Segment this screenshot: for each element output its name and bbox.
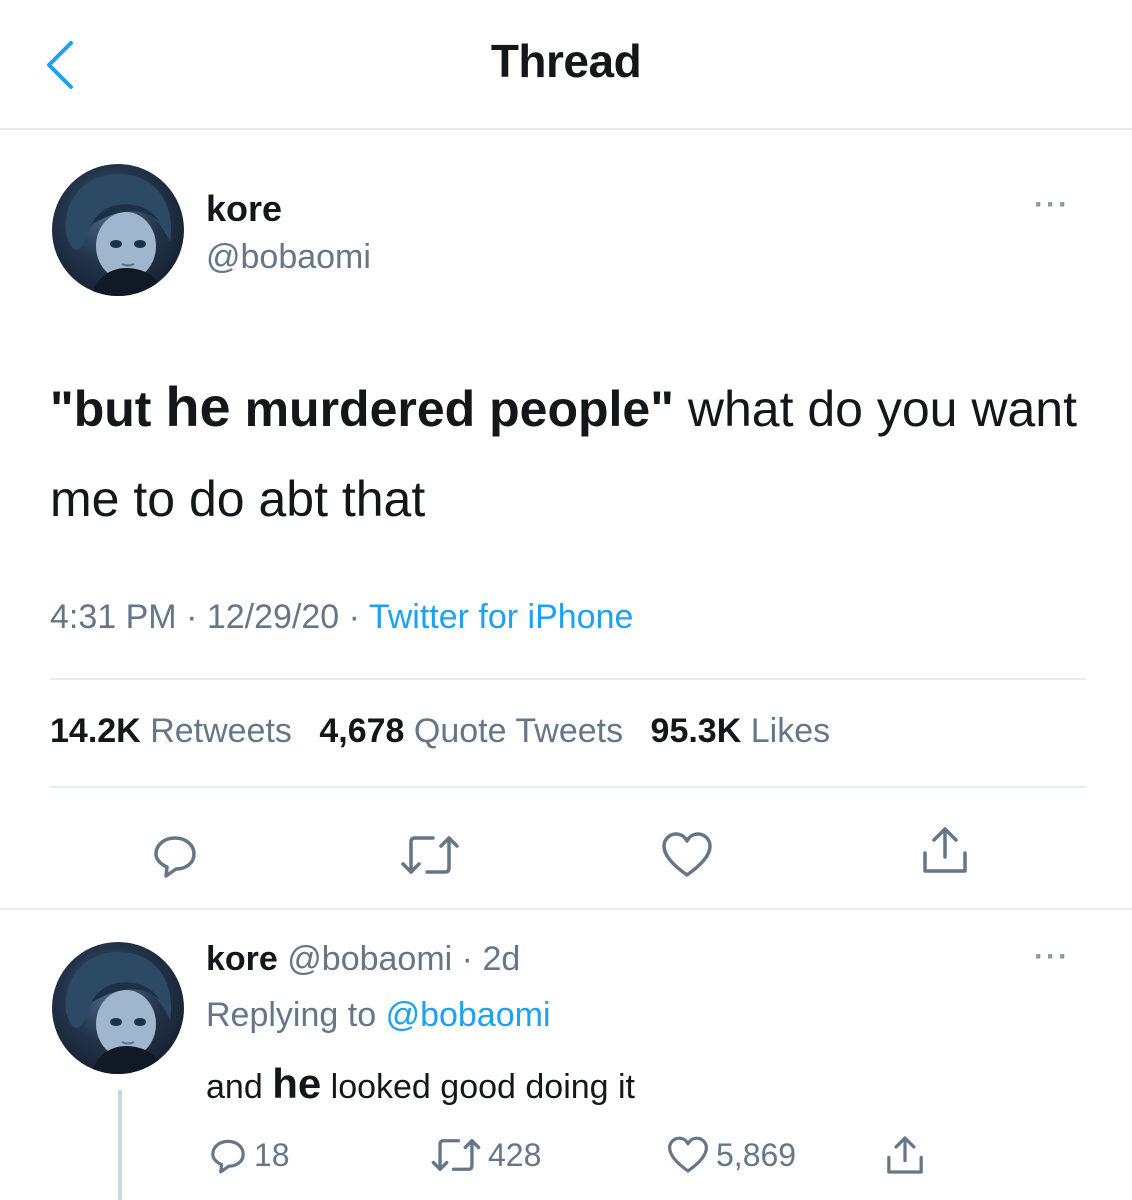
share-button[interactable] [910,815,980,885]
tweet-text-he: he [165,375,231,438]
quotes-count: 4,678 [319,712,405,750]
page-title: Thread [490,35,642,87]
reply-avatar[interactable] [52,942,184,1074]
likes-stat[interactable]: 95.3K Likes [651,712,831,750]
avatar-image [65,951,172,1074]
reply-like-button[interactable]: 5,869 [666,1130,796,1180]
reply-bubble-icon [211,1139,245,1174]
retweet-icon [401,836,459,874]
reply-more-options-button[interactable]: ··· [1034,940,1070,974]
tweet-stats: 14.2K Retweets 4,678 Quote Tweets 95.3K … [50,712,848,751]
reply-separator: · [461,940,473,978]
more-horizontal-icon: ··· [1034,188,1070,221]
reply-text-rest: looked good doing it [321,1068,636,1106]
heart-icon [668,1136,708,1173]
reply-button[interactable] [140,820,210,890]
retweets-count: 14.2K [50,712,141,750]
tweet-time[interactable]: 4:31 PM [50,598,177,636]
tweet-text: "but he murdered people" what do you wan… [50,362,1090,544]
likes-count: 95.3K [650,712,742,750]
replying-to-label: Replying to [206,996,377,1034]
reply-text-he: he [272,1060,322,1107]
reply-replies-count: 18 [254,1136,290,1173]
more-horizontal-icon: ··· [1034,940,1070,973]
meta-separator: · [348,598,360,636]
avatar-image [65,173,172,296]
meta-divider [50,678,1086,680]
reply-text: and he looked good doing it [206,1060,635,1108]
retweets-label: Retweets [150,712,292,750]
share-icon [887,1136,923,1174]
retweet-icon [431,1139,481,1171]
reply-header: kore @bobaomi · 2d [206,940,520,979]
reply-text-and: and [206,1068,273,1106]
share-icon [923,827,967,873]
reply-retweets-count: 428 [488,1136,542,1173]
thread-line [118,1090,122,1200]
tweet-date[interactable]: 12/29/20 [207,598,339,636]
quotes-label: Quote Tweets [413,712,624,750]
likes-label: Likes [750,712,831,750]
reply-author-name[interactable]: kore [206,940,278,978]
replying-to: Replying to @bobaomi [206,996,551,1035]
quotes-stat[interactable]: 4,678 Quote Tweets [319,712,623,750]
avatar[interactable] [52,164,184,296]
reply-bubble-icon [154,836,196,878]
tweet-text-quote-end: murdered people" [230,381,674,437]
like-button[interactable] [652,820,722,890]
tweet-meta: 4:31 PM · 12/29/20 · Twitter for iPhone [50,598,633,637]
heart-icon [662,832,712,877]
reply-share-button[interactable] [884,1128,932,1182]
reply-author-handle[interactable]: @bobaomi [287,940,452,978]
reply-retweet-button[interactable]: 428 [430,1130,541,1180]
header-divider [0,128,1132,130]
reply-likes-count: 5,869 [716,1136,797,1173]
tweet-text-quote-start: "but [50,381,166,437]
meta-separator: · [186,598,198,636]
tweet-divider [0,908,1132,910]
stats-divider [50,786,1086,788]
retweets-stat[interactable]: 14.2K Retweets [50,712,292,750]
replying-to-handle[interactable]: @bobaomi [386,996,551,1034]
author-handle[interactable]: @bobaomi [206,238,371,277]
tweet-source[interactable]: Twitter for iPhone [369,598,634,636]
reply-age[interactable]: 2d [482,940,520,978]
author-name[interactable]: kore [206,188,282,230]
retweet-button[interactable] [390,820,470,890]
more-options-button[interactable]: ··· [1034,188,1070,222]
reply-reply-button[interactable]: 18 [208,1130,290,1180]
